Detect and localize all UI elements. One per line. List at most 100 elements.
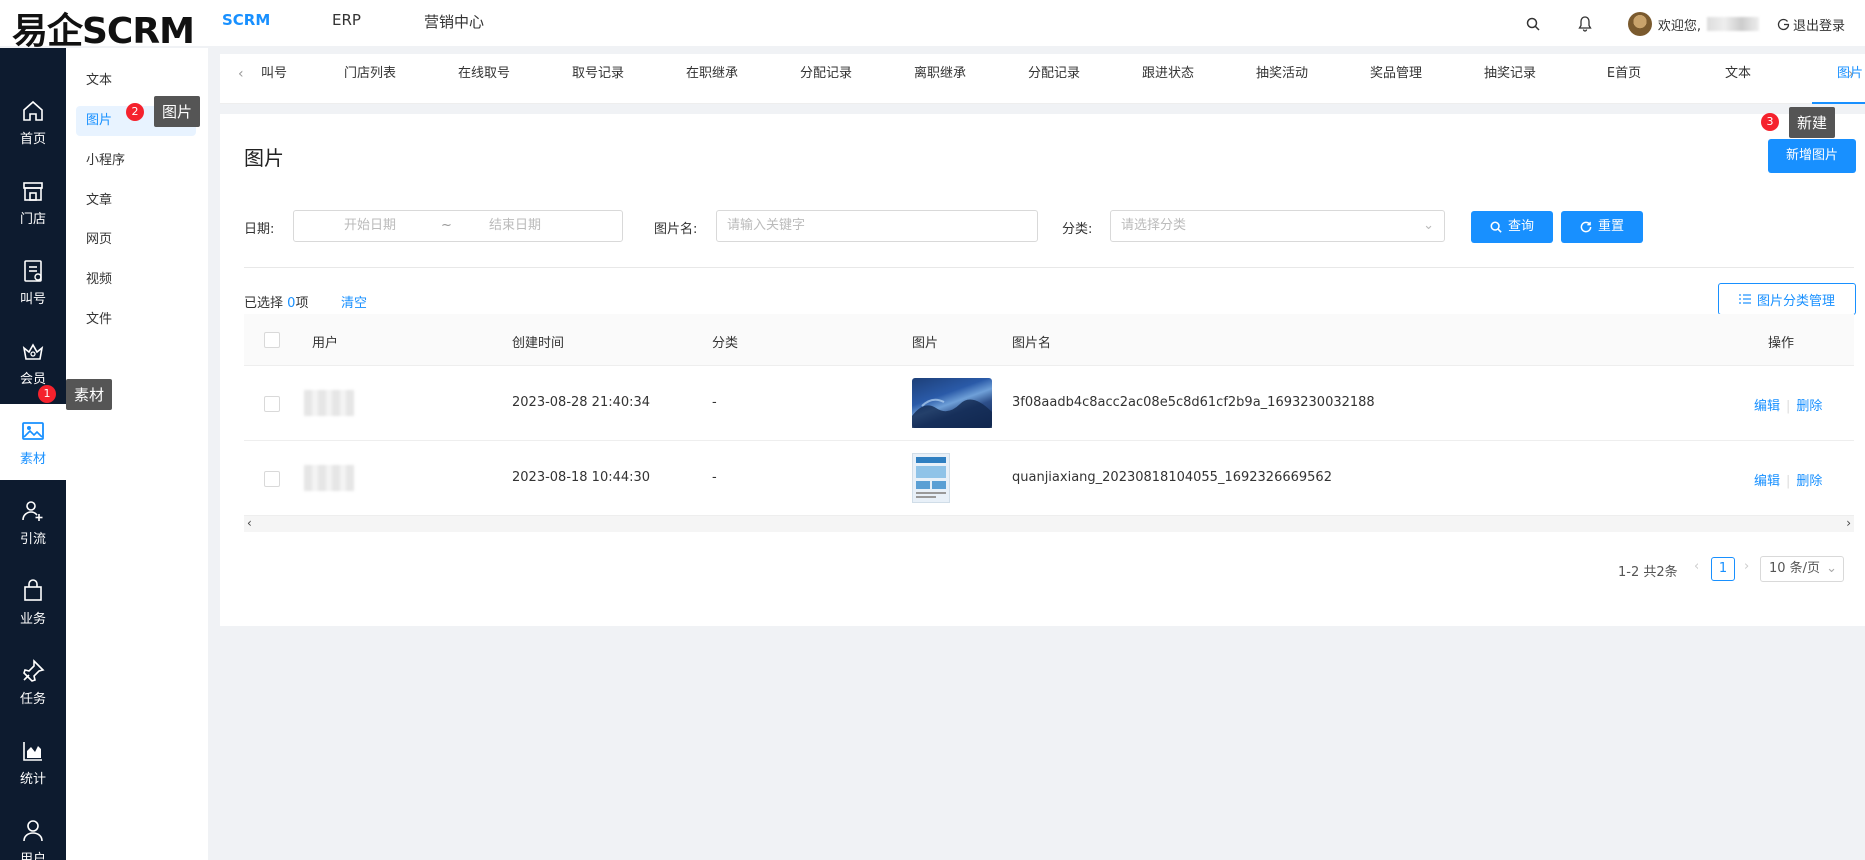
submenu-item-miniprogram[interactable]: 小程序 xyxy=(76,146,196,176)
row-actions: 编辑 | 删除 xyxy=(1754,399,1823,414)
submenu-item-text[interactable]: 文本 xyxy=(76,66,196,96)
step-tooltip: 图片 xyxy=(154,96,201,127)
submenu-item-file[interactable]: 文件 xyxy=(76,305,196,335)
tab-item[interactable]: 在线取号 xyxy=(444,54,524,104)
sidebar-item-label: 业务 xyxy=(19,611,46,627)
refresh-icon xyxy=(1580,221,1592,233)
edit-link[interactable]: 编辑 xyxy=(1754,399,1780,414)
tab-item[interactable]: 分配记录 xyxy=(1014,54,1094,104)
scroll-right-icon[interactable]: › xyxy=(1846,516,1851,530)
material-submenu: 文本 图片 小程序 文章 网页 视频 文件 xyxy=(66,48,208,860)
sidebar-item-traffic[interactable]: 引流 xyxy=(0,484,66,560)
topnav-marketing[interactable]: 营销中心 xyxy=(424,11,484,32)
delete-link[interactable]: 删除 xyxy=(1796,474,1822,489)
sidebar-item-label: 素材 xyxy=(19,451,46,467)
sidebar-item-material[interactable]: 素材 xyxy=(0,404,66,480)
table-row: 2023-08-28 21:40:34 - 3f08aadb4c8acc2ac0… xyxy=(244,366,1854,441)
delete-link[interactable]: 删除 xyxy=(1796,399,1822,414)
tab-item[interactable]: 抽奖记录 xyxy=(1470,54,1550,104)
page-tabs: ‹ 叫号 门店列表 在线取号 取号记录 在职继承 分配记录 离职继承 分配记录 … xyxy=(220,54,1865,104)
category-select[interactable]: 请选择分类 ⌄ xyxy=(1110,210,1445,242)
query-label: 查询 xyxy=(1507,219,1534,234)
sidebar-item-queue[interactable]: 叫号 xyxy=(0,244,66,320)
sidebar-item-stats[interactable]: 统计 xyxy=(0,724,66,800)
column-header-name: 图片名 xyxy=(1012,336,1052,351)
bell-icon[interactable] xyxy=(1578,16,1592,32)
edit-link[interactable]: 编辑 xyxy=(1754,474,1780,489)
tab-item[interactable]: 分配记录 xyxy=(786,54,866,104)
bag-icon xyxy=(20,578,46,604)
sidebar-item-label: 任务 xyxy=(19,691,46,707)
sidebar-item-business[interactable]: 业务 xyxy=(0,564,66,640)
add-image-button[interactable]: 新增图片 xyxy=(1768,139,1856,173)
tab-item[interactable]: 叫号 xyxy=(254,54,294,104)
tab-item[interactable]: 奖品管理 xyxy=(1356,54,1436,104)
chevron-left-icon[interactable]: ‹ xyxy=(238,66,244,82)
user-icon xyxy=(20,818,46,844)
topnav-scrm[interactable]: SCRM xyxy=(222,11,270,29)
chevron-down-icon: ⌄ xyxy=(1423,218,1434,233)
row-checkbox[interactable] xyxy=(264,471,280,487)
avatar[interactable] xyxy=(1627,12,1652,36)
logout-icon xyxy=(1777,18,1790,31)
date-range-picker[interactable]: 开始日期 ~ 结束日期 xyxy=(293,210,623,242)
tab-item[interactable]: 离职继承 xyxy=(900,54,980,104)
sidebar-item-task[interactable]: 任务 xyxy=(0,644,66,720)
column-header-category: 分类 xyxy=(712,336,739,351)
tab-item[interactable]: 抽奖活动 xyxy=(1242,54,1322,104)
next-page-icon[interactable]: › xyxy=(1744,559,1749,574)
page-size-select[interactable]: 10 条/页 ⌄ xyxy=(1760,556,1844,582)
sidebar-item-label: 首页 xyxy=(19,131,46,147)
main-sidebar: 首页 门店 叫号 会员 素材 引流 业务 任务 统计 用户 xyxy=(0,48,66,860)
end-date-input[interactable]: 结束日期 xyxy=(489,211,541,241)
sidebar-item-member[interactable]: 会员 xyxy=(0,324,66,400)
tab-item[interactable]: 门店列表 xyxy=(330,54,410,104)
row-checkbox[interactable] xyxy=(264,396,280,412)
image-thumbnail[interactable] xyxy=(912,453,950,503)
page-title: 图片 xyxy=(244,146,284,170)
tab-item[interactable]: 跟进状态 xyxy=(1128,54,1208,104)
sidebar-item-label: 叫号 xyxy=(19,291,46,307)
submenu-item-video[interactable]: 视频 xyxy=(76,265,196,295)
sidebar-item-home[interactable]: 首页 xyxy=(0,84,66,160)
tab-item[interactable]: 在职继承 xyxy=(672,54,752,104)
scroll-left-icon[interactable]: ‹ xyxy=(247,516,252,530)
user-redacted xyxy=(304,390,354,416)
list-icon xyxy=(1738,294,1751,304)
logout-link[interactable]: 退出登录 xyxy=(1777,15,1845,34)
horizontal-scrollbar[interactable]: ‹ › xyxy=(244,516,1854,532)
step-tooltip: 素材 xyxy=(66,379,113,410)
reset-button[interactable]: 重置 xyxy=(1561,211,1643,243)
image-thumbnail[interactable] xyxy=(912,378,992,428)
chevron-right-icon[interactable]: › xyxy=(1848,66,1854,82)
start-date-input[interactable]: 开始日期 xyxy=(344,211,396,241)
category-placeholder: 请选择分类 xyxy=(1121,218,1187,233)
sidebar-item-label: 引流 xyxy=(19,531,46,547)
search-icon[interactable] xyxy=(1526,17,1540,31)
tab-item[interactable]: E首页 xyxy=(1584,54,1664,104)
column-header-created: 创建时间 xyxy=(512,336,565,351)
query-button[interactable]: 查询 xyxy=(1471,211,1553,243)
clear-selection-link[interactable]: 清空 xyxy=(341,292,367,311)
category-label: 分类: xyxy=(1062,222,1093,237)
sidebar-item-user[interactable]: 用户 xyxy=(0,804,66,860)
topnav-erp[interactable]: ERP xyxy=(332,11,361,29)
tab-image[interactable]: 图片 xyxy=(1812,54,1865,104)
prev-page-icon[interactable]: ‹ xyxy=(1694,559,1699,574)
page-number-current[interactable]: 1 xyxy=(1711,557,1735,581)
image-name-input[interactable]: 请输入关键字 xyxy=(716,210,1038,242)
store-icon xyxy=(20,178,46,204)
tab-item[interactable]: 文本 xyxy=(1698,54,1778,104)
submenu-item-webpage[interactable]: 网页 xyxy=(76,225,196,255)
sidebar-item-store[interactable]: 门店 xyxy=(0,164,66,240)
user-plus-icon xyxy=(20,498,46,524)
user-name-redacted xyxy=(1706,17,1759,31)
select-all-checkbox[interactable] xyxy=(264,332,280,348)
reset-label: 重置 xyxy=(1597,219,1624,234)
tab-item[interactable]: 取号记录 xyxy=(558,54,638,104)
top-bar: 易企SCRM SCRM ERP 营销中心 欢迎您, 退出登录 xyxy=(0,0,1865,52)
submenu-item-article[interactable]: 文章 xyxy=(76,186,196,216)
step-badge: 1 xyxy=(38,385,56,403)
category-manage-button[interactable]: 图片分类管理 xyxy=(1718,283,1856,315)
step-tooltip: 新建 xyxy=(1789,107,1836,138)
